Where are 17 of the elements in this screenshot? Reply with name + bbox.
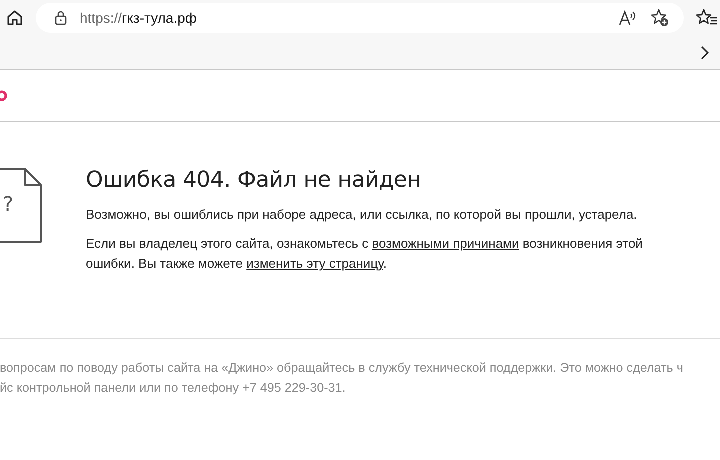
chevron-right-icon[interactable] (700, 46, 710, 60)
url-text: https://гкз-тула.рф (80, 10, 197, 26)
error-title: Ошибка 404. Файл не найден (86, 168, 422, 193)
question-mark-text: ? (3, 194, 14, 214)
text-link[interactable]: возможными причинами (372, 236, 520, 251)
error-paragraph: Если вы владелец этого сайта, ознакомьтесь с возможными причинами возникновения этой ошибки. Вы также можете изменить эту страницу. (86, 235, 644, 273)
error-paragraph: Возможно, вы ошиблись при наборе адреса, или ссылка, по которой вы прошли, устарела. (86, 206, 638, 224)
ring-icon (0, 90, 10, 102)
star-plus-icon[interactable] (650, 8, 670, 28)
lock-icon[interactable] (54, 10, 68, 26)
footer-text: йс контрольной панели или по телефону +7 495 229-30-31. (0, 380, 346, 397)
document-icon (0, 168, 43, 244)
read-aloud-icon[interactable] (618, 9, 638, 27)
address-bar[interactable]: https://гкз-тула.рф (36, 3, 684, 33)
text-link[interactable]: изменить эту страницу (246, 256, 384, 271)
home-icon[interactable] (6, 9, 24, 27)
footer-text: вопросам по поводу работы сайта на «Джино» обращайтесь в службу технической поддержки. Это можно сделать ч (0, 360, 684, 377)
